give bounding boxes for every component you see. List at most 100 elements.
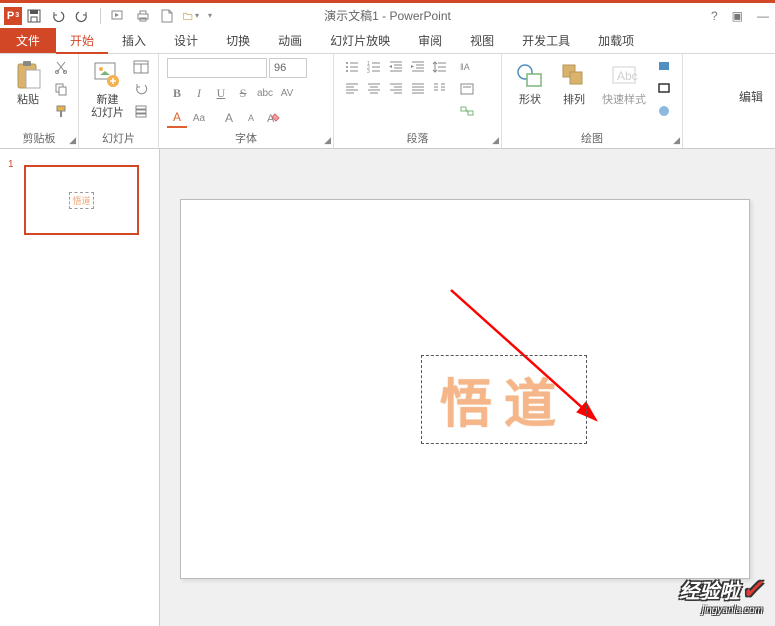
new-slide-label: 新建 幻灯片: [91, 94, 124, 120]
ribbon-options-button[interactable]: ▣: [732, 9, 743, 23]
editing-label[interactable]: 编辑: [739, 88, 763, 105]
quick-access-toolbar: ▾ ▾: [26, 8, 212, 24]
shapes-icon: [514, 60, 546, 92]
shrink-font-button[interactable]: A: [241, 108, 261, 128]
qat-customize-icon[interactable]: ▾: [208, 11, 212, 20]
align-text-icon[interactable]: [458, 80, 476, 98]
tab-design[interactable]: 设计: [160, 28, 212, 53]
tab-slideshow[interactable]: 幻灯片放映: [316, 28, 404, 53]
char-spacing-button[interactable]: AV: [277, 83, 297, 103]
section-icon[interactable]: [132, 102, 150, 120]
line-spacing-button[interactable]: [430, 58, 450, 76]
paste-label: 粘贴: [17, 94, 39, 107]
tab-file[interactable]: 文件: [0, 28, 56, 53]
wordart-text[interactable]: 悟道: [440, 377, 568, 434]
font-launcher[interactable]: ◢: [324, 135, 331, 146]
drawing-label: 绘图: [510, 130, 674, 148]
underline-button[interactable]: U: [211, 83, 231, 103]
arrange-button[interactable]: 排列: [554, 58, 594, 109]
copy-icon[interactable]: [52, 80, 70, 98]
paste-button[interactable]: 粘贴: [8, 58, 48, 109]
svg-text:Abc: Abc: [617, 69, 638, 83]
open-icon[interactable]: ▾: [183, 8, 199, 24]
tab-review[interactable]: 审阅: [404, 28, 456, 53]
thumbnail-panel: 1 悟道: [0, 149, 160, 626]
decrease-indent-button[interactable]: [386, 58, 406, 76]
save-icon[interactable]: [26, 8, 42, 24]
bullets-button[interactable]: [342, 58, 362, 76]
open-dropdown[interactable]: ▾: [195, 11, 199, 20]
redo-icon[interactable]: [74, 8, 90, 24]
align-center-button[interactable]: [364, 79, 384, 97]
play-from-start-icon[interactable]: [111, 8, 127, 24]
shape-outline-icon[interactable]: [656, 80, 674, 98]
thumb-number: 1: [8, 159, 14, 170]
shapes-button[interactable]: 形状: [510, 58, 550, 109]
shape-fill-icon[interactable]: [656, 58, 674, 76]
bold-button[interactable]: B: [167, 83, 187, 103]
undo-icon[interactable]: [50, 8, 66, 24]
group-font: 96 B I U S abc AV A Aa A A A 字体 ◢: [159, 54, 334, 148]
new-slide-button[interactable]: 新建 幻灯片: [87, 58, 128, 122]
help-button[interactable]: ?: [711, 9, 718, 23]
quickstyles-icon: Abc: [608, 60, 640, 92]
tab-animations[interactable]: 动画: [264, 28, 316, 53]
shape-effects-icon[interactable]: [656, 102, 674, 120]
minimize-button[interactable]: —: [757, 9, 769, 23]
group-paragraph: 123 ‖A 段落 ◢: [334, 54, 502, 148]
strike-button[interactable]: S: [233, 83, 253, 103]
font-color-a[interactable]: A: [167, 108, 187, 128]
window-buttons: ? ▣ —: [711, 9, 769, 23]
content-area: 1 悟道 悟道: [0, 149, 775, 626]
justify-button[interactable]: [408, 79, 428, 97]
tab-home[interactable]: 开始: [56, 28, 108, 54]
svg-text:3: 3: [367, 69, 370, 74]
arrange-icon: [558, 60, 590, 92]
tab-addins[interactable]: 加载项: [584, 28, 648, 53]
tab-insert[interactable]: 插入: [108, 28, 160, 53]
shadow-button[interactable]: abc: [255, 83, 275, 103]
reset-icon[interactable]: [132, 80, 150, 98]
paragraph-launcher[interactable]: ◢: [492, 135, 499, 146]
layout-icon[interactable]: [132, 58, 150, 76]
title-bar: P 3 ▾ ▾ 演示文稿1 - PowerPoint ? ▣ —: [0, 0, 775, 28]
quickstyles-label: 快速样式: [602, 94, 646, 107]
text-direction-icon[interactable]: ‖A: [458, 58, 476, 76]
slide-canvas[interactable]: 悟道: [160, 149, 775, 626]
clipboard-label: 剪贴板: [8, 130, 70, 148]
app-letter: P: [7, 10, 14, 22]
format-painter-icon[interactable]: [52, 102, 70, 120]
columns-button[interactable]: [430, 79, 450, 97]
new-icon[interactable]: [159, 8, 175, 24]
quickstyles-button[interactable]: Abc 快速样式: [598, 58, 650, 109]
new-slide-icon: [92, 60, 124, 92]
smartart-icon[interactable]: [458, 102, 476, 120]
wordart-textbox[interactable]: 悟道: [421, 355, 587, 444]
align-left-button[interactable]: [342, 79, 362, 97]
clear-format-button[interactable]: A: [263, 108, 283, 128]
group-editing: 编辑: [683, 54, 775, 148]
tab-transitions[interactable]: 切换: [212, 28, 264, 53]
tab-view[interactable]: 视图: [456, 28, 508, 53]
grow-font-button[interactable]: A: [219, 108, 239, 128]
watermark-text: 经验啦: [679, 575, 739, 604]
print-icon[interactable]: [135, 8, 151, 24]
clipboard-launcher[interactable]: ◢: [69, 135, 76, 146]
paragraph-label: 段落: [342, 130, 493, 148]
ribbon: 粘贴 剪贴板 ◢ 新建 幻灯片 幻灯片: [0, 54, 775, 149]
italic-button[interactable]: I: [189, 83, 209, 103]
group-drawing: 形状 排列 Abc 快速样式 绘图 ◢: [502, 54, 683, 148]
increase-indent-button[interactable]: [408, 58, 428, 76]
slide-thumbnail-1[interactable]: 1 悟道: [10, 165, 149, 235]
qat-separator: [100, 8, 101, 24]
drawing-launcher[interactable]: ◢: [673, 135, 680, 146]
shapes-label: 形状: [519, 94, 541, 107]
align-right-button[interactable]: [386, 79, 406, 97]
font-name-input[interactable]: [167, 58, 267, 78]
numbering-button[interactable]: 123: [364, 58, 384, 76]
cut-icon[interactable]: [52, 58, 70, 76]
slide[interactable]: 悟道: [180, 199, 750, 579]
font-size-input[interactable]: 96: [269, 58, 307, 78]
change-case-button[interactable]: Aa: [189, 108, 209, 128]
tab-developer[interactable]: 开发工具: [508, 28, 584, 53]
